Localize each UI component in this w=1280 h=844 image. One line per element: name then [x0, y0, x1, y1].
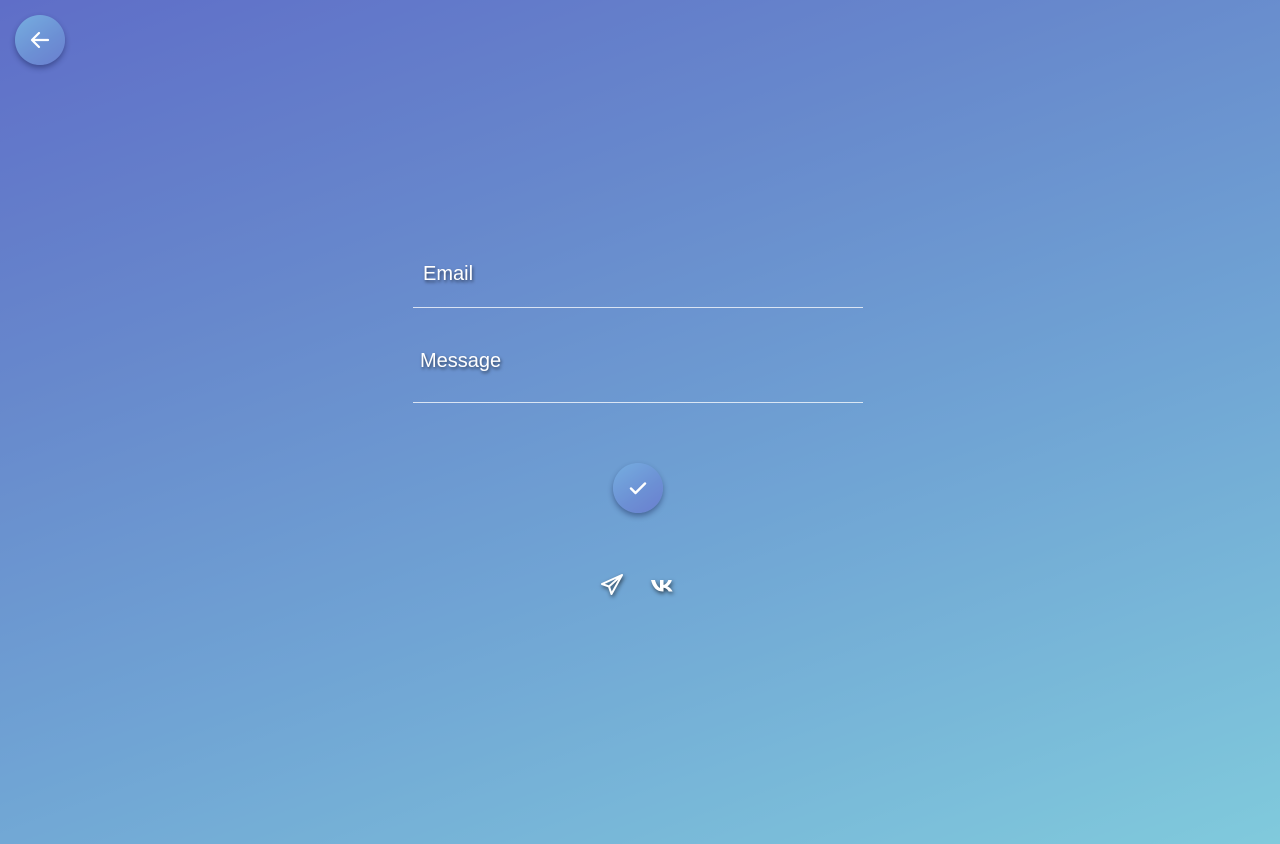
email-field[interactable]: [413, 245, 863, 307]
message-field-container: Message: [413, 308, 863, 403]
telegram-link[interactable]: [599, 572, 627, 598]
check-icon: [626, 476, 650, 500]
message-field[interactable]: [413, 308, 863, 402]
back-button[interactable]: [15, 15, 65, 65]
email-field-container: Email: [413, 245, 863, 308]
contact-form: Email Message: [413, 245, 863, 403]
submit-button[interactable]: [613, 463, 663, 513]
vk-icon: [649, 572, 677, 598]
social-links: [599, 572, 677, 598]
vk-link[interactable]: [649, 572, 677, 598]
arrow-left-icon: [28, 28, 52, 52]
telegram-icon: [599, 572, 627, 598]
